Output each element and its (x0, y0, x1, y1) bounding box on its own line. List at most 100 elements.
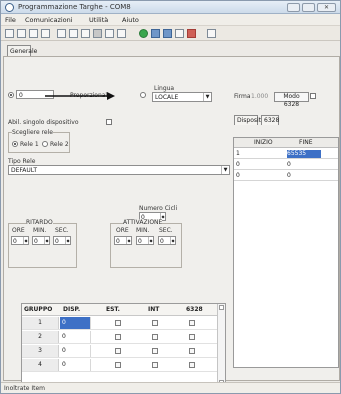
connect-icon[interactable] (139, 29, 148, 38)
language-select[interactable]: LOCALE ▼ (152, 92, 212, 102)
menu-utilita[interactable]: Utilità (89, 16, 108, 24)
copy-icon[interactable] (17, 29, 26, 38)
tab-dispositivo[interactable]: Dispositivo (234, 115, 270, 125)
grid-scrollbar[interactable] (217, 304, 225, 387)
numero-cicli-label: Numero Cicli (139, 205, 178, 212)
rele2-radio[interactable] (42, 141, 48, 147)
right-table-cell-inizio: 1 (236, 150, 240, 157)
single-device-checkbox[interactable] (106, 119, 112, 125)
attivazione-min-spinner[interactable]: 0 ◆ (136, 236, 154, 245)
right-table-row[interactable]: 0 0 (234, 171, 338, 181)
ritardo-ore-value: 0 (13, 238, 17, 245)
tipo-rele-select[interactable]: DEFAULT ▼ (8, 165, 230, 175)
ritardo-ore-spinner[interactable]: 0 ◆ (11, 236, 29, 245)
tipo-rele-value: DEFAULT (11, 167, 37, 174)
grid-header-int: INT (148, 306, 160, 313)
read-icon[interactable] (105, 29, 114, 38)
int-checkbox[interactable] (152, 362, 158, 368)
help-icon[interactable] (207, 29, 216, 38)
6328-checkbox[interactable] (189, 334, 195, 340)
est-checkbox[interactable] (115, 320, 121, 326)
paste-icon[interactable] (29, 29, 38, 38)
attivazione-label: ATTIVAZIONE (123, 219, 163, 226)
int-checkbox[interactable] (152, 334, 158, 340)
attivazione-ore-label: ORE (116, 227, 129, 234)
grid-row[interactable]: 3 0 (22, 345, 217, 358)
toolbar (1, 25, 340, 41)
tab-generale[interactable]: Generale (7, 45, 37, 56)
firma-label: Firma (234, 93, 251, 100)
grid-header-gruppo: GRUPPO (24, 306, 53, 313)
ritardo-sec-label: SEC. (55, 227, 69, 234)
ritardo-label: RITARDO (26, 219, 53, 226)
right-table-header-inizio: INIZIO (254, 139, 273, 146)
mode-checkbox[interactable] (310, 93, 316, 99)
menu-aiuto[interactable]: Aiuto (122, 16, 139, 24)
ritardo-min-value: 0 (34, 238, 38, 245)
status-text: Inoltrate Item (4, 385, 46, 392)
attivazione-min-label: MIN. (136, 227, 150, 234)
attivazione-min-value: 0 (138, 238, 142, 245)
right-table-row[interactable]: 1 65535 (234, 149, 338, 159)
attivazione-ore-spinner[interactable]: 0 ◆ (114, 236, 132, 245)
spinner-arrows-icon: ◆ (126, 237, 131, 244)
monitor-icon[interactable] (163, 29, 172, 38)
est-checkbox[interactable] (115, 348, 121, 354)
6328-checkbox[interactable] (189, 362, 195, 368)
print-icon[interactable] (93, 29, 102, 38)
6328-checkbox[interactable] (189, 320, 195, 326)
group-grid: GRUPPO DISP. EST. INT 6328 1 0 2 0 3 0 4… (21, 303, 226, 388)
right-table-cell-fine[interactable]: 65535 (287, 150, 321, 158)
grid-group-number: 2 (22, 331, 59, 343)
new-file-icon[interactable] (57, 29, 66, 38)
6328-checkbox[interactable] (189, 348, 195, 354)
maximize-button[interactable] (302, 3, 315, 12)
write-icon[interactable] (117, 29, 126, 38)
spinner-arrows-icon: ◆ (148, 237, 153, 244)
est-checkbox[interactable] (115, 362, 121, 368)
grid-disp-cell[interactable]: 0 (60, 317, 91, 329)
int-checkbox[interactable] (152, 348, 158, 354)
attivazione-sec-spinner[interactable]: 0 ◆ (158, 236, 176, 245)
tab-6328[interactable]: 6328 (261, 115, 279, 125)
save-icon[interactable] (81, 29, 90, 38)
language-label: Lingua (154, 85, 175, 92)
spinner-arrows-icon: ◆ (44, 237, 49, 244)
sync-icon[interactable] (151, 29, 160, 38)
ritardo-sec-spinner[interactable]: 0 ◆ (53, 236, 71, 245)
grid-disp-cell[interactable]: 0 (60, 345, 91, 357)
spinner-arrows-icon: ◆ (65, 237, 70, 244)
title-bar[interactable]: Programmazione Targhe - COM8 ✕ (1, 1, 340, 14)
grid-group-number: 4 (22, 359, 59, 371)
minimize-button[interactable] (287, 3, 300, 12)
id-radio[interactable] (8, 92, 14, 98)
grid-disp-cell[interactable]: 0 (60, 331, 91, 343)
stop-icon[interactable] (187, 29, 196, 38)
grid-header: GRUPPO DISP. EST. INT 6328 (22, 304, 217, 316)
grid-row[interactable]: 4 0 (22, 359, 217, 372)
proporzionale-radio[interactable] (140, 92, 146, 98)
est-checkbox[interactable] (115, 334, 121, 340)
grid-row[interactable]: 1 0 (22, 317, 217, 330)
language-value: LOCALE (155, 94, 179, 101)
rele1-radio[interactable] (12, 141, 18, 147)
ritardo-min-spinner[interactable]: 0 ◆ (32, 236, 50, 245)
ritardo-ore-label: ORE (12, 227, 25, 234)
grid-disp-cell[interactable]: 0 (60, 359, 91, 371)
menu-file[interactable]: File (5, 16, 16, 24)
ritardo-min-label: MIN. (33, 227, 47, 234)
cut-icon[interactable] (5, 29, 14, 38)
scroll-up-icon[interactable] (219, 305, 224, 310)
menu-comunicazioni[interactable]: Comunicazioni (25, 16, 73, 24)
menu-bar: File Comunicazioni Utilità Aiuto (1, 14, 340, 25)
int-checkbox[interactable] (152, 320, 158, 326)
tools-icon[interactable] (175, 29, 184, 38)
open-folder-icon[interactable] (69, 29, 78, 38)
grid-row[interactable]: 2 0 (22, 331, 217, 344)
right-table-row[interactable]: 0 0 (234, 160, 338, 170)
close-button[interactable]: ✕ (317, 3, 336, 12)
attivazione-sec-label: SEC. (159, 227, 173, 234)
chevron-down-icon: ▼ (203, 93, 211, 101)
mode-button[interactable]: Modo 6328 (274, 92, 309, 108)
undo-icon[interactable] (41, 29, 50, 38)
